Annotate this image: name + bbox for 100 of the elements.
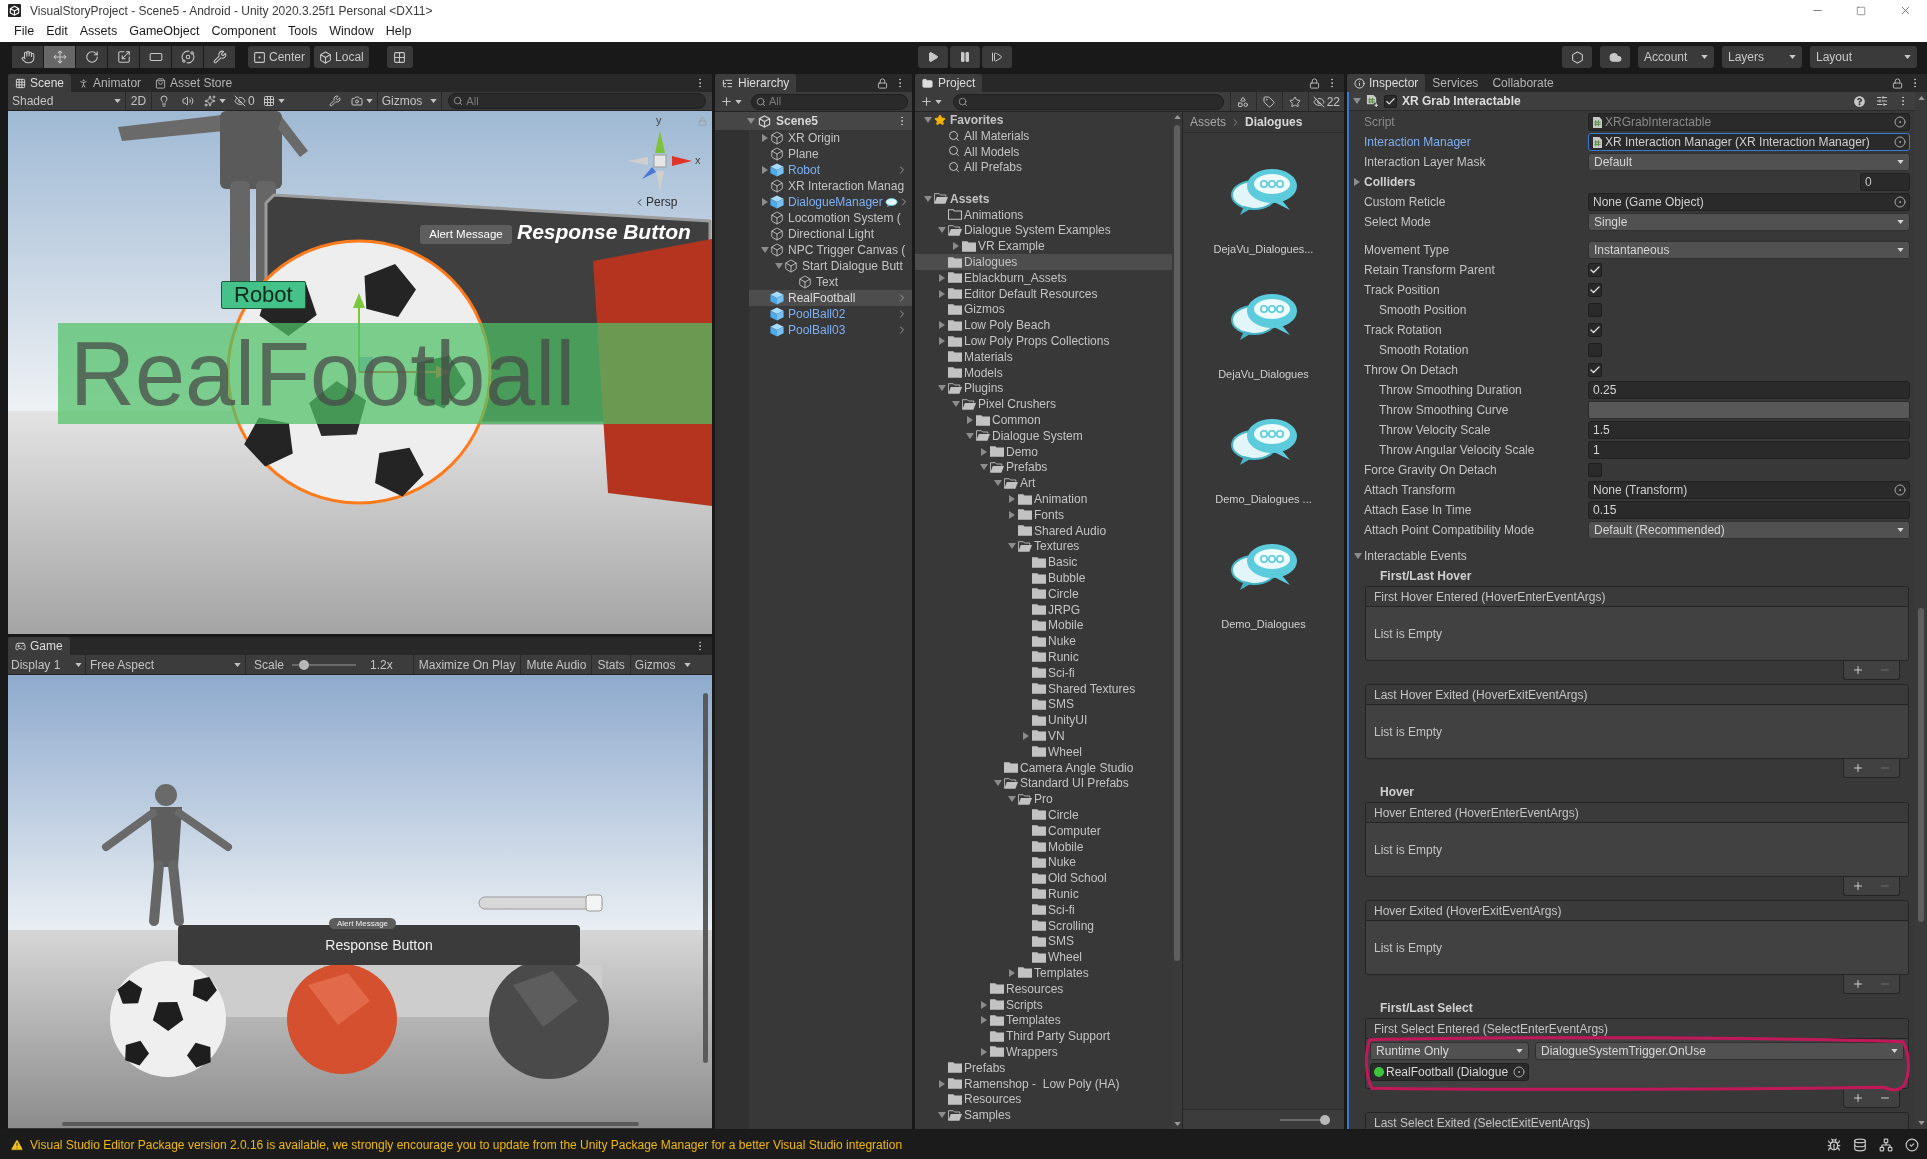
sliders-icon[interactable]: [1876, 95, 1888, 107]
folder-item[interactable]: Assets: [915, 191, 1172, 207]
folder-item[interactable]: Bubble: [915, 570, 1172, 586]
expand-arrow-icon[interactable]: [981, 1016, 987, 1025]
folder-item[interactable]: VN: [915, 728, 1172, 744]
slider-thumb[interactable]: [1320, 1114, 1330, 1125]
expand-arrow-icon[interactable]: [761, 198, 768, 206]
saved-search-item[interactable]: All Prefabs: [915, 159, 1172, 176]
folder-item[interactable]: Camera Angle Studio: [915, 759, 1172, 776]
number-field[interactable]: 0: [1860, 173, 1910, 191]
folder-item[interactable]: Mobile: [915, 617, 1172, 634]
folder-item[interactable]: Standard UI Prefabs: [915, 775, 1172, 792]
pause-button[interactable]: [949, 46, 980, 68]
checkbox[interactable]: [1588, 263, 1602, 277]
collapse-arrow-icon[interactable]: [938, 385, 946, 392]
asset-item[interactable]: DejaVu_Dialogues: [1183, 258, 1344, 383]
folder-item[interactable]: Samples: [915, 1107, 1172, 1123]
expand-arrow-icon[interactable]: [939, 289, 945, 298]
hierarchy-item[interactable]: PoolBall02: [749, 306, 912, 322]
collapse-arrow-icon[interactable]: [938, 1112, 946, 1119]
saved-search-item[interactable]: All Models: [915, 143, 1172, 160]
expand-arrow-icon[interactable]: [953, 242, 959, 251]
help-icon[interactable]: [1854, 95, 1865, 107]
hierarchy-item[interactable]: Locomotion System (: [749, 210, 912, 226]
folder-item[interactable]: Nuke: [915, 633, 1172, 650]
foldout-label[interactable]: Colliders: [1364, 173, 1416, 191]
folder-item[interactable]: Dialogue System: [915, 427, 1172, 444]
lock-icon[interactable]: [877, 77, 888, 89]
collapse-arrow-icon[interactable]: [980, 464, 988, 471]
expand-arrow-icon[interactable]: [981, 447, 987, 456]
folder-item[interactable]: Old School: [915, 870, 1172, 887]
collapse-arrow-icon[interactable]: [1008, 796, 1016, 803]
expand-arrow-icon[interactable]: [981, 1000, 987, 1009]
tool-button[interactable]: [108, 46, 139, 68]
panel-tab[interactable]: Project: [915, 74, 983, 92]
checkbox[interactable]: [1588, 363, 1602, 377]
toggle-button[interactable]: Mute Audio: [520, 655, 592, 674]
foldout-label[interactable]: Interactable Events: [1364, 547, 1467, 565]
folder-item[interactable]: Ramenshop - Low Poly (HA): [915, 1075, 1172, 1092]
add-icon[interactable]: [1851, 880, 1864, 892]
collapse-arrow-icon[interactable]: [1008, 543, 1016, 550]
asset-item[interactable]: Demo_Dialogues ...: [1183, 383, 1344, 508]
cloud-button[interactable]: [1600, 46, 1630, 68]
checkbox[interactable]: [1588, 323, 1602, 337]
menu-item[interactable]: GameObject: [123, 21, 206, 42]
bug-icon[interactable]: [1827, 1137, 1841, 1152]
aspect-dropdown[interactable]: Free Aspect: [86, 655, 246, 674]
step-button[interactable]: [981, 46, 1012, 68]
scrollbar[interactable]: [1172, 112, 1182, 1129]
target-icon[interactable]: [1513, 1066, 1525, 1078]
tool-button[interactable]: [140, 46, 171, 68]
folder-item[interactable]: SMS: [915, 696, 1172, 713]
panel-tab[interactable]: Inspector: [1347, 74, 1426, 92]
hierarchy-item[interactable]: Robot: [749, 162, 912, 178]
collapse-arrow-icon[interactable]: [924, 195, 932, 202]
add-icon[interactable]: [1851, 664, 1864, 676]
folder-item[interactable]: Editor Default Resources: [915, 285, 1172, 302]
folder-item[interactable]: Low Poly Beach: [915, 317, 1172, 334]
folder-item[interactable]: Shared Textures: [915, 680, 1172, 697]
menu-item[interactable]: File: [8, 21, 41, 42]
collab-button[interactable]: [1562, 46, 1592, 68]
lock-icon[interactable]: [1309, 77, 1320, 89]
menu-item[interactable]: Assets: [73, 21, 124, 42]
folder-item[interactable]: Templates: [915, 965, 1172, 981]
hierarchy-item[interactable]: NPC Trigger Canvas (: [749, 242, 912, 258]
panel-tab[interactable]: Services: [1425, 74, 1486, 92]
hierarchy-item[interactable]: Plane: [749, 146, 912, 162]
tool-button[interactable]: [204, 46, 235, 68]
collapse-arrow-icon[interactable]: [760, 247, 769, 253]
folder-item[interactable]: Templates: [915, 1012, 1172, 1029]
hierarchy-item[interactable]: Start Dialogue Butt: [749, 258, 912, 274]
checkbox[interactable]: [1588, 463, 1602, 477]
favorites-item[interactable]: Favorites: [915, 112, 1172, 128]
collapse-arrow-icon[interactable]: [938, 227, 946, 234]
folder-item[interactable]: Prefabs: [915, 459, 1172, 476]
folder-item[interactable]: Mobile: [915, 838, 1172, 855]
folder-item[interactable]: Materials: [915, 348, 1172, 365]
number-field[interactable]: 0.15: [1588, 501, 1910, 519]
toggle-button[interactable]: Stats: [591, 655, 630, 674]
menu-item[interactable]: Window: [323, 21, 380, 42]
dropdown[interactable]: Instantaneous: [1588, 241, 1910, 259]
asset-item[interactable]: Demo_Dialogues: [1183, 508, 1344, 633]
scrollbar-thumb[interactable]: [703, 693, 708, 1063]
panel-tab[interactable]: Hierarchy: [715, 74, 797, 92]
folder-item[interactable]: Pro: [915, 791, 1172, 808]
axis-gizmo-icon[interactable]: [628, 131, 692, 191]
object-field[interactable]: None (Game Object): [1588, 193, 1910, 211]
check-circle-icon[interactable]: [1905, 1137, 1919, 1152]
slider-thumb[interactable]: [298, 659, 309, 670]
hierarchy-item[interactable]: Text: [749, 274, 912, 290]
scrollbar-thumb[interactable]: [1918, 608, 1924, 922]
collapse-arrow-icon[interactable]: [747, 118, 755, 124]
target-icon[interactable]: [1894, 484, 1906, 496]
dropdown[interactable]: Default: [1588, 153, 1910, 171]
folder-item[interactable]: VR Example: [915, 238, 1172, 255]
hierarchy-item[interactable]: XR Origin: [749, 130, 912, 146]
folder-item[interactable]: Models: [915, 364, 1172, 381]
expand-arrow-icon[interactable]: [1023, 731, 1029, 740]
folder-item[interactable]: Circle: [915, 585, 1172, 602]
folder-item[interactable]: Eblackburn_Assets: [915, 269, 1172, 286]
